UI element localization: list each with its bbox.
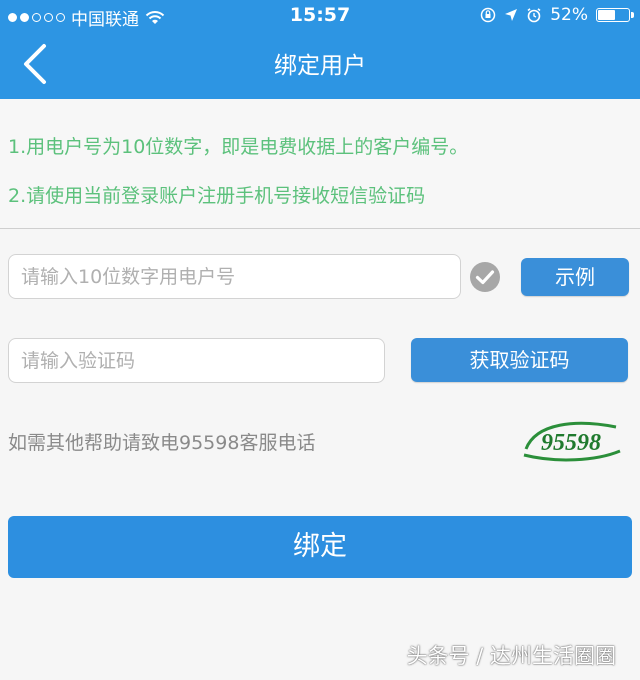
check-circle-icon (470, 262, 500, 292)
account-number-field[interactable] (8, 254, 461, 299)
status-right: 52% (480, 5, 634, 25)
page-title: 绑定用户 (274, 53, 366, 79)
instruction-line-2: 2.请使用当前登录账户注册手机号接收短信验证码 (8, 185, 426, 207)
battery-percent: 52% (550, 5, 588, 25)
watermark: 头条号 / 达州生活圈圈 (406, 644, 616, 668)
help-text: 如需其他帮助请致电95598客服电话 (8, 432, 316, 454)
status-bar: 中国联通 15:57 52% (0, 0, 640, 32)
verification-code-input[interactable] (9, 339, 384, 382)
header-bar: 中国联通 15:57 52% 绑定用户 (0, 0, 640, 99)
battery-level-fill (598, 10, 615, 20)
alarm-clock-icon (527, 8, 541, 23)
rotation-lock-icon (480, 7, 496, 23)
instruction-line-1: 1.用电户号为10位数字，即是电费收据上的客户编号。 (8, 136, 469, 158)
location-arrow-icon (505, 9, 518, 21)
logo-number: 95598 (541, 430, 601, 456)
account-number-input[interactable] (9, 255, 460, 298)
battery-icon (596, 8, 634, 22)
bind-button[interactable]: 绑定 (8, 516, 632, 578)
hotline-95598-logo: 95598 (523, 421, 621, 462)
example-button[interactable]: 示例 (521, 258, 629, 296)
get-code-button[interactable]: 获取验证码 (411, 338, 628, 382)
instructions-panel: 1.用电户号为10位数字，即是电费收据上的客户编号。 2.请使用当前登录账户注册… (0, 99, 640, 229)
verification-code-field[interactable] (8, 338, 385, 383)
